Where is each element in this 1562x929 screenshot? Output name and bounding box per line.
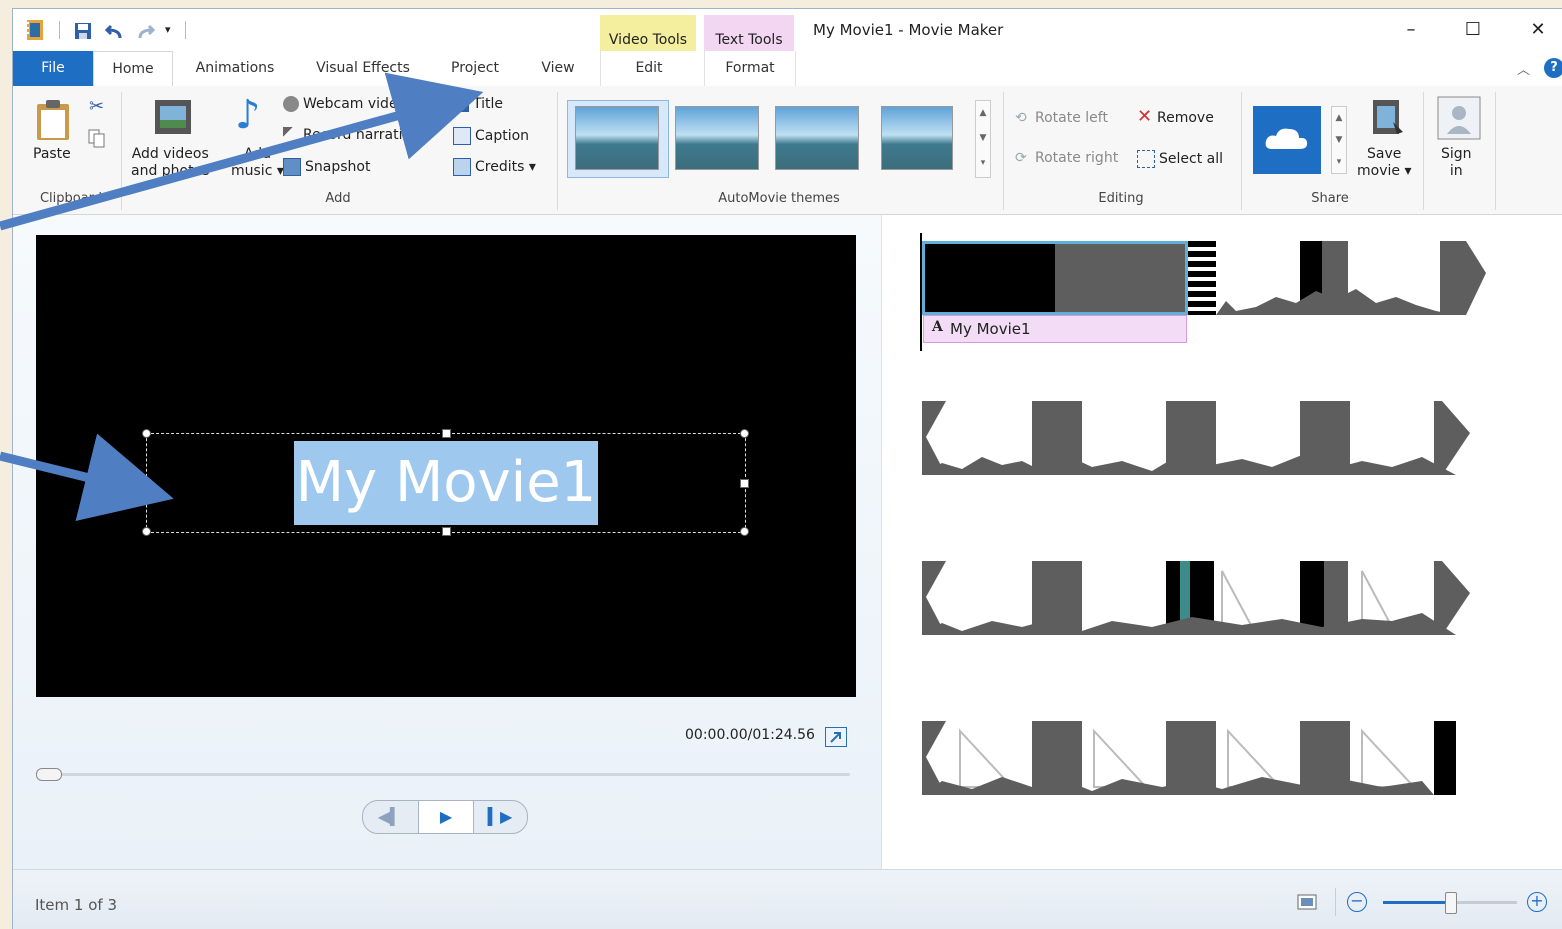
annotation-arrows <box>0 72 484 521</box>
arrow-to-title-button <box>0 72 484 231</box>
arrow-to-title-text <box>0 433 174 521</box>
